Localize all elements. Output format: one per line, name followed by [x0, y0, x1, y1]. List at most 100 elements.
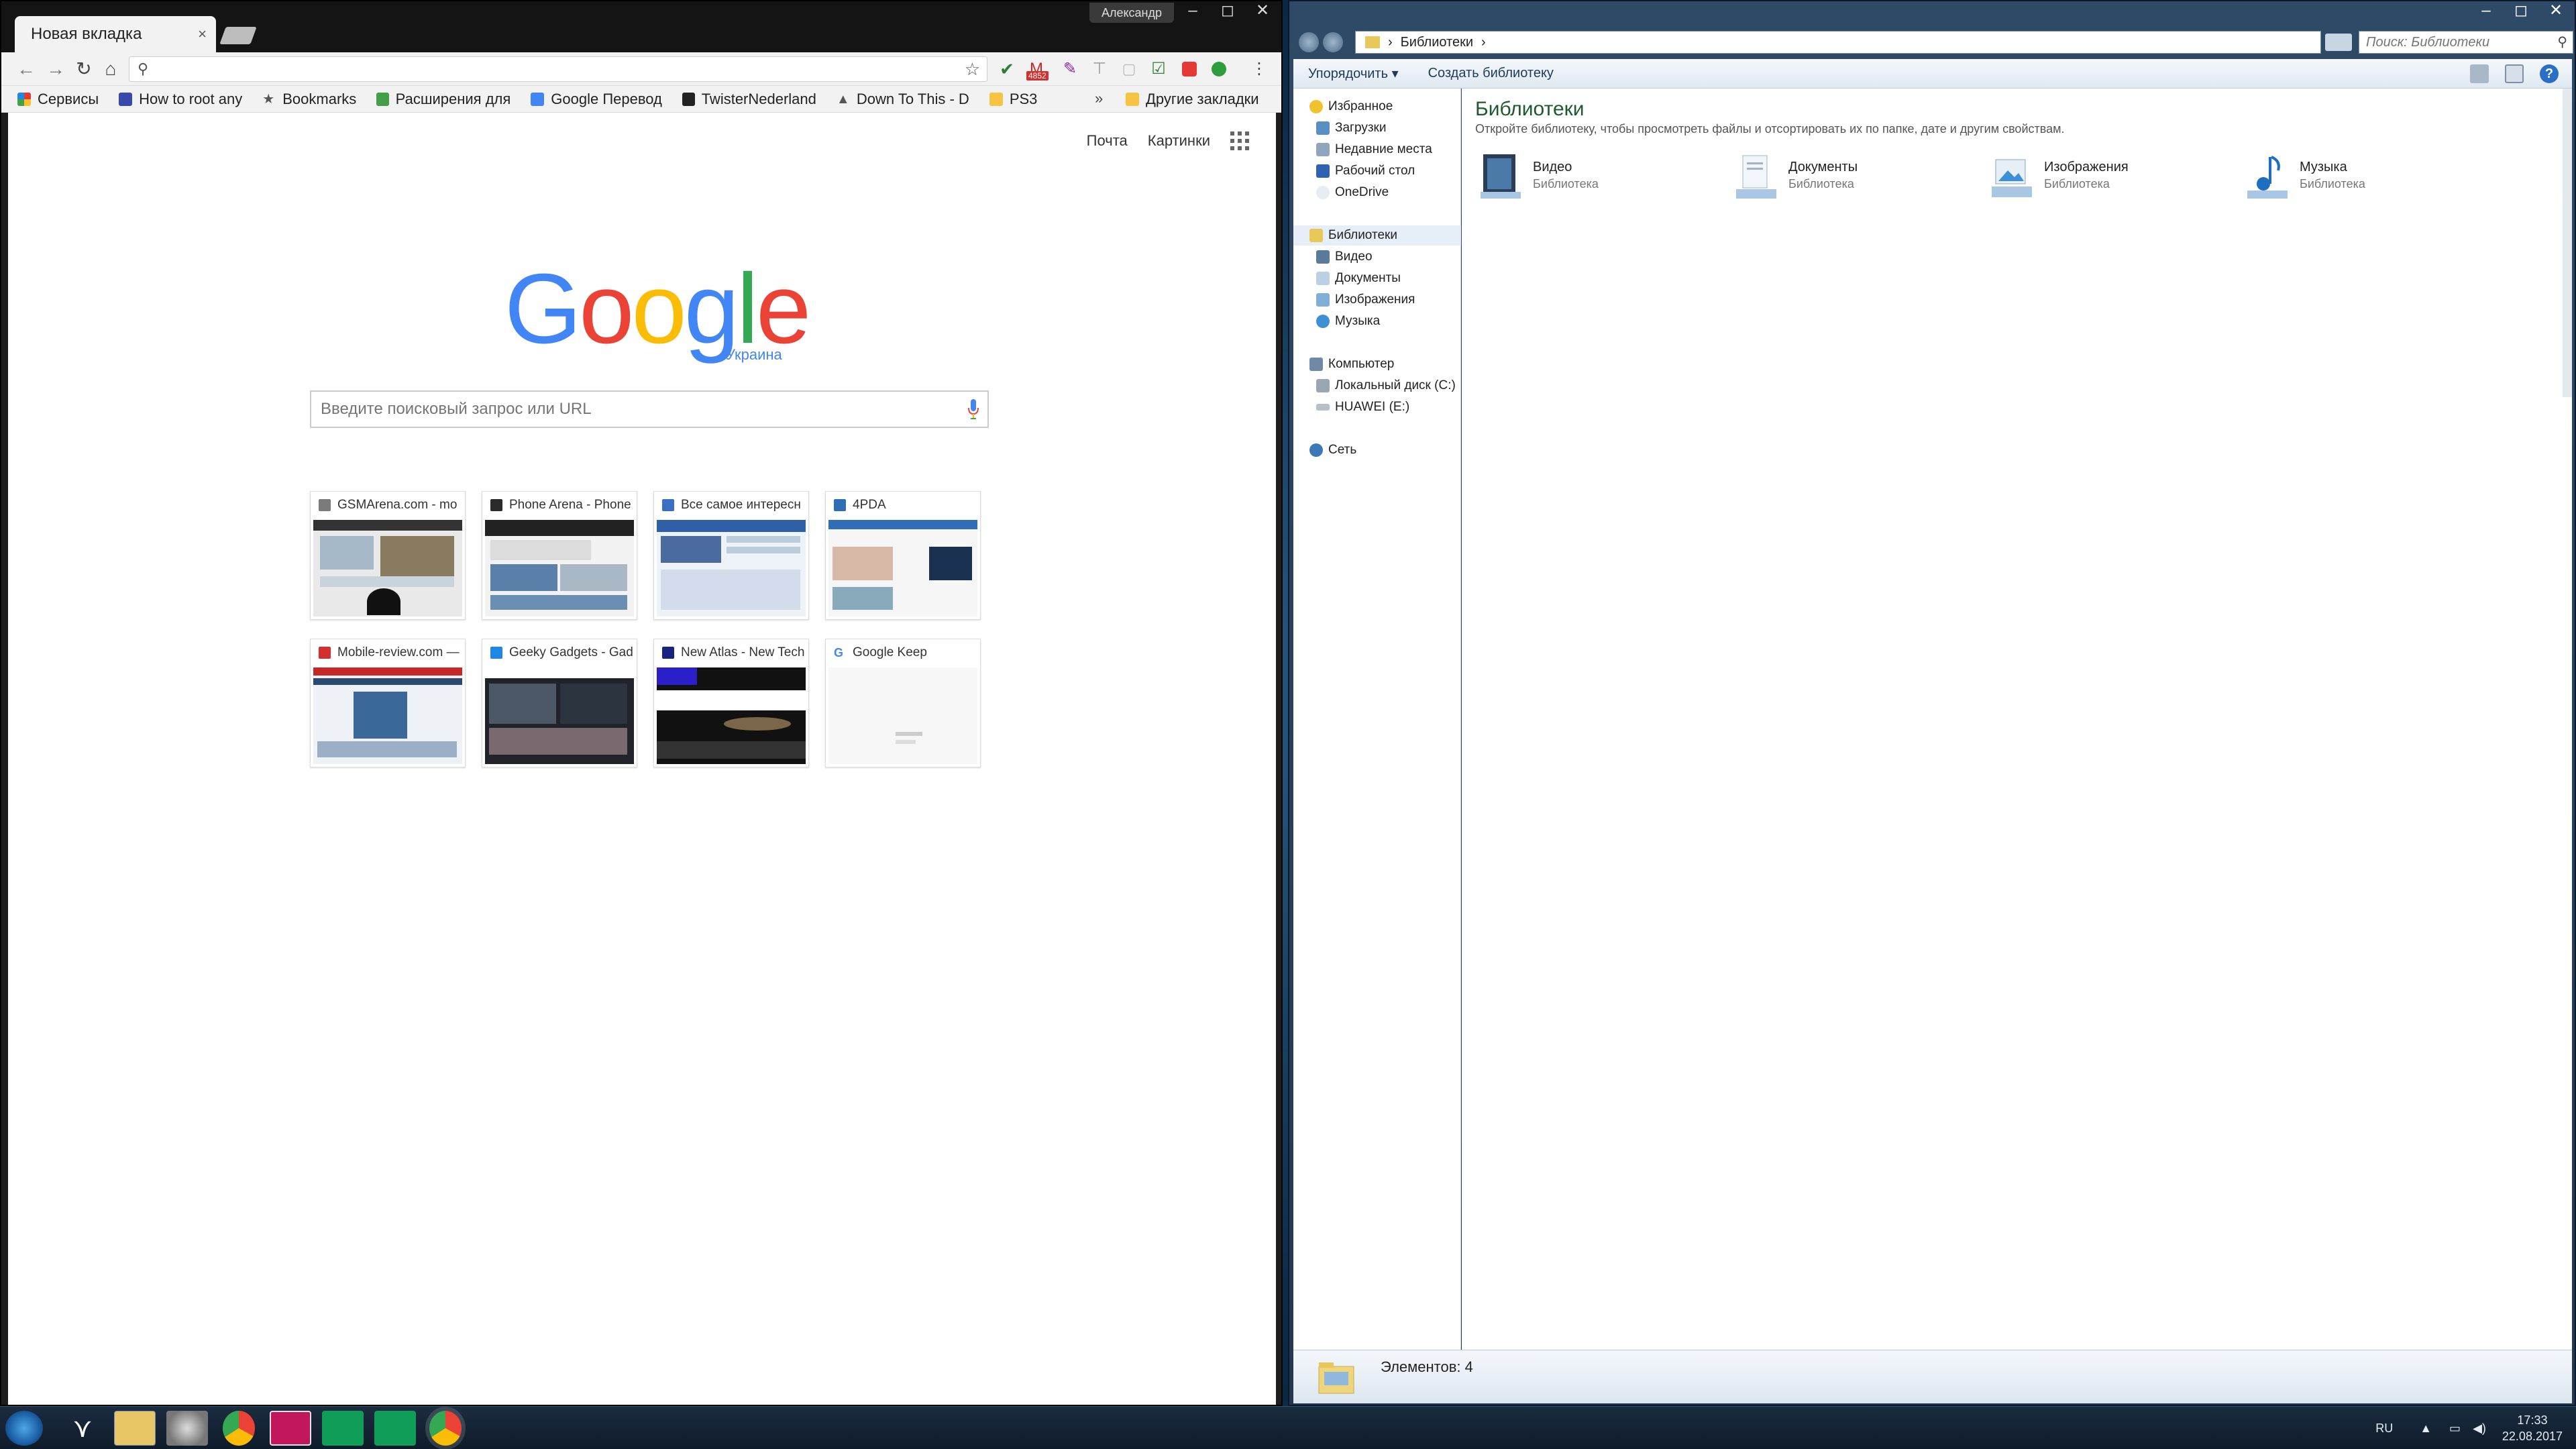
close-window-button[interactable]: ✕: [2538, 1, 2573, 21]
nav-local-disk-c[interactable]: Локальный диск (C:): [1293, 376, 1461, 396]
bookmark-star-icon[interactable]: ☆: [965, 59, 980, 80]
preview-pane-icon[interactable]: [2505, 64, 2524, 83]
gmail-link[interactable]: Почта: [1087, 132, 1128, 150]
most-visited-tile[interactable]: New Atlas - New Tech: [653, 639, 809, 767]
library-documents[interactable]: Документы Библиотека: [1731, 153, 1972, 207]
flipboard-extension-icon[interactable]: [1182, 62, 1197, 76]
forward-arrow-icon[interactable]: →: [44, 58, 67, 80]
address-bar[interactable]: ⚲ ☆: [129, 56, 987, 82]
reload-icon[interactable]: ↻: [72, 58, 95, 80]
nav-computer[interactable]: Компьютер: [1293, 354, 1461, 374]
most-visited-tile[interactable]: Phone Arena - Phone: [482, 491, 637, 620]
bookmark-extensions[interactable]: Расширения для: [376, 91, 511, 108]
bookmark-apps[interactable]: Сервисы: [17, 91, 99, 108]
nav-downloads[interactable]: Загрузки: [1293, 118, 1461, 138]
nav-library-music[interactable]: Музыка: [1293, 311, 1461, 331]
bookmark-bookmarks[interactable]: ★ Bookmarks: [262, 91, 356, 108]
breadcrumb[interactable]: Библиотеки: [1401, 35, 1473, 50]
organize-button[interactable]: Упорядочить ▾: [1293, 65, 1413, 82]
bookmark-down-to-this[interactable]: ▲ Down To This - D: [837, 91, 969, 108]
explorer-search-box[interactable]: ⚲: [2359, 31, 2573, 54]
back-arrow-icon[interactable]: ←: [15, 58, 38, 80]
nav-library-documents[interactable]: Документы: [1293, 268, 1461, 288]
change-view-icon[interactable]: [2470, 64, 2489, 83]
chrome-taskbar-icon[interactable]: [223, 1411, 255, 1446]
most-visited-tile[interactable]: GSMArena.com - mo: [310, 491, 466, 620]
cleaner-app-icon[interactable]: [166, 1411, 208, 1446]
square-extension-icon[interactable]: ▢: [1119, 59, 1139, 79]
nav-favorites[interactable]: Избранное: [1293, 97, 1461, 117]
pen-extension-icon[interactable]: ✎: [1060, 59, 1080, 79]
library-name: Видео: [1533, 160, 1572, 174]
google-apps-icon[interactable]: [1230, 131, 1249, 150]
start-button-icon[interactable]: [5, 1411, 43, 1446]
fox-app-icon[interactable]: ⋎: [62, 1411, 103, 1446]
chrome-menu-icon[interactable]: ⋮: [1248, 58, 1271, 80]
new-tab-button[interactable]: [219, 27, 257, 44]
evernote-extension-icon[interactable]: [1212, 62, 1226, 76]
nav-huawei-e[interactable]: HUAWEI (E:): [1293, 397, 1461, 417]
microphone-icon[interactable]: [967, 398, 979, 420]
language-indicator[interactable]: RU: [2375, 1421, 2393, 1436]
video-library-icon: [1481, 154, 1521, 199]
most-visited-tile[interactable]: Все самое интересн: [653, 491, 809, 620]
most-visited-tile[interactable]: Geeky Gadgets - Gad: [482, 639, 637, 767]
ntp-search-input[interactable]: [311, 392, 915, 427]
explorer-address-bar[interactable]: › Библиотеки ›: [1355, 31, 2321, 54]
help-icon[interactable]: ?: [2540, 64, 2559, 83]
library-images[interactable]: Изображения Библиотека: [1986, 153, 2228, 207]
most-visited-tile[interactable]: G Google Keep: [825, 639, 981, 767]
check-list-extension-icon[interactable]: ☑: [1148, 59, 1169, 79]
library-video[interactable]: Видео Библиотека: [1475, 153, 1717, 207]
tray-expand-chevron-icon[interactable]: ▲: [2420, 1421, 2432, 1436]
checkmark-extension-icon[interactable]: ✔: [997, 59, 1017, 79]
tile-thumbnail: [828, 667, 977, 764]
minimize-button[interactable]: –: [1175, 1, 1210, 21]
nav-library-video[interactable]: Видео: [1293, 247, 1461, 267]
bookmark-how-to-root[interactable]: How to root any: [119, 91, 242, 108]
pin-extension-icon[interactable]: ⊤: [1089, 59, 1110, 79]
snipping-tool-icon[interactable]: [270, 1411, 311, 1446]
vertical-scrollbar[interactable]: [2563, 89, 2572, 397]
create-library-button[interactable]: Создать библиотеку: [1413, 66, 1568, 81]
close-tab-icon[interactable]: ×: [198, 25, 207, 43]
site-favicon-icon: [319, 647, 331, 659]
volume-icon[interactable]: ◀): [2473, 1421, 2486, 1436]
home-icon[interactable]: ⌂: [99, 58, 122, 80]
hangouts-icon[interactable]: [374, 1411, 416, 1446]
back-arrow-icon[interactable]: [1299, 32, 1319, 52]
bookmark-label: TwisterNederland: [701, 90, 816, 107]
tab-new-tab[interactable]: Новая вкладка ×: [15, 16, 216, 52]
images-link[interactable]: Картинки: [1148, 132, 1210, 150]
nav-libraries[interactable]: Библиотеки: [1293, 225, 1461, 246]
hangouts-icon[interactable]: [322, 1411, 364, 1446]
nav-desktop[interactable]: Рабочий стол: [1293, 161, 1461, 181]
nav-recent-places[interactable]: Недавние места: [1293, 140, 1461, 160]
nav-onedrive[interactable]: OneDrive: [1293, 182, 1461, 203]
chrome-active-icon[interactable]: [429, 1411, 462, 1446]
tile-title: 4PDA: [853, 498, 886, 512]
refresh-icon[interactable]: [2325, 34, 2352, 51]
profile-button[interactable]: Александр: [1089, 3, 1174, 23]
nav-network[interactable]: Сеть: [1293, 440, 1461, 460]
forward-arrow-icon[interactable]: [1323, 32, 1343, 52]
bookmarks-overflow-chevron[interactable]: »: [1095, 90, 1103, 107]
bookmark-ps3[interactable]: PS3: [989, 91, 1037, 108]
library-music[interactable]: Музыка Библиотека: [2242, 153, 2483, 207]
most-visited-tile[interactable]: Mobile-review.com —: [310, 639, 466, 767]
maximize-button[interactable]: ◻: [2504, 1, 2538, 21]
minimize-button[interactable]: –: [2469, 1, 2504, 21]
explorer-search-input[interactable]: [2359, 32, 2540, 53]
explorer-navigation-pane: Избранное Загрузки Недавние места Рабочи…: [1293, 89, 1461, 1350]
bookmark-google-translate[interactable]: Google Перевод: [531, 91, 662, 108]
other-bookmarks-folder[interactable]: Другие закладки: [1126, 86, 1259, 113]
clock[interactable]: 17:33 22.08.2017: [2502, 1412, 2563, 1444]
file-explorer-taskbar-icon[interactable]: [114, 1411, 156, 1446]
close-window-button[interactable]: ✕: [1245, 1, 1280, 21]
maximize-button[interactable]: ◻: [1210, 1, 1245, 21]
ntp-search-box[interactable]: [310, 390, 989, 428]
bookmark-twister[interactable]: TwisterNederland: [682, 91, 816, 108]
network-tray-icon[interactable]: ▭: [2449, 1421, 2461, 1436]
most-visited-tile[interactable]: 4PDA: [825, 491, 981, 620]
nav-library-images[interactable]: Изображения: [1293, 290, 1461, 310]
